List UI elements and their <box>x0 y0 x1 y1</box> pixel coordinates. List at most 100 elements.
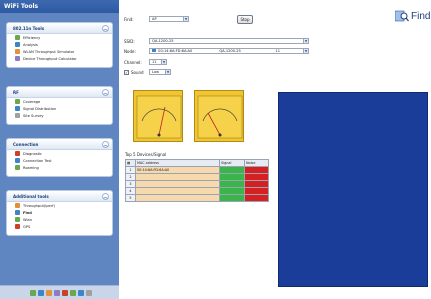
sidebar-item-label: Coverage <box>23 99 41 104</box>
sidebar-item-label: Diagnostic <box>23 151 42 156</box>
panel-header[interactable]: Additional tools ︿ <box>7 191 112 202</box>
row-index: 2 <box>125 173 136 181</box>
toolbar-analysis-icon[interactable] <box>38 289 44 296</box>
sidebar-item-coverage[interactable]: Coverage <box>7 98 112 105</box>
sidebar-item-throughput[interactable]: Throughput(iperf) <box>7 202 112 209</box>
meter-gauge-icon <box>136 95 182 139</box>
panel-header[interactable]: RF ︿ <box>7 87 112 98</box>
row-index: 3 <box>125 180 136 188</box>
sidebar-item-label: Efficiency <box>23 35 41 40</box>
connection-test-icon <box>15 158 20 163</box>
panel-header[interactable]: 802.11n Tools ︿ <box>7 23 112 34</box>
sound-checkbox[interactable]: ✓ <box>124 70 129 75</box>
table-row[interactable]: 5 <box>125 194 269 202</box>
analysis-icon <box>15 42 20 47</box>
meter-gauge-icon <box>197 95 243 139</box>
toolbar-efficiency-icon[interactable] <box>30 289 36 296</box>
chevron-down-icon[interactable]: ▼ <box>183 17 188 21</box>
chevron-up-icon[interactable]: ︿ <box>102 25 109 32</box>
channel-select-value: 11 <box>152 60 157 64</box>
find-label: Find: <box>124 17 134 22</box>
find-select-value: AP <box>152 17 157 21</box>
sidebar-header: WiFi Tools <box>0 0 119 13</box>
chevron-up-icon[interactable]: ︿ <box>102 141 109 148</box>
sidebar-item-label: Analysis <box>23 42 38 47</box>
table-header-noise[interactable]: Noise <box>244 159 269 167</box>
noise-cell <box>244 194 269 202</box>
simulator-icon <box>15 49 20 54</box>
node-select[interactable]: 00:14:6A:FD:6A:A0 QA-1200-25 11 ▼ <box>149 48 309 54</box>
signal-cell <box>219 180 245 188</box>
toolbar-diagnostic-icon[interactable] <box>62 289 68 296</box>
find-icon <box>15 210 20 215</box>
toolbar-calculator-icon[interactable] <box>54 289 60 296</box>
table-header-select[interactable]: ▦ <box>125 159 136 167</box>
coverage-icon <box>15 99 20 104</box>
calculator-icon <box>15 56 20 61</box>
sidebar-item-label: Signal Distribution <box>23 106 57 111</box>
channel-label: Channel: <box>124 60 142 65</box>
node-ssid: QA-1200-25 <box>219 49 241 53</box>
channel-select[interactable]: 11 ▼ <box>149 59 167 65</box>
ssid-select[interactable]: QA-1200-25 ▼ <box>149 38 309 44</box>
sidebar-item-label: Wlan <box>23 217 33 222</box>
chevron-up-icon[interactable]: ︿ <box>102 89 109 96</box>
chevron-up-icon[interactable]: ︿ <box>102 193 109 200</box>
sidebar-item-diagnostic[interactable]: Diagnostic <box>7 150 112 157</box>
signal-distribution-icon <box>15 106 20 111</box>
mac-cell <box>135 194 220 202</box>
table-row[interactable]: 4 <box>125 187 269 195</box>
sidebar-item-label: Device Throughput Calculator <box>23 56 77 61</box>
sidebar-item-label: Roaming <box>23 165 39 170</box>
signal-map-view[interactable] <box>278 92 428 287</box>
sidebar-item-label: Throughput(iperf) <box>23 203 55 208</box>
sidebar-item-efficiency[interactable]: Efficiency <box>7 34 112 41</box>
chevron-down-icon[interactable]: ▼ <box>161 60 166 64</box>
sidebar-item-analysis[interactable]: Analysis <box>7 41 112 48</box>
toolbar-find-icon[interactable] <box>78 289 84 296</box>
sidebar-item-connection-test[interactable]: Connection Test <box>7 157 112 164</box>
mac-cell: 00:14:6A:FD:6A:A0 <box>135 166 220 174</box>
sidebar-item-find[interactable]: Find <box>7 209 112 216</box>
toolbar-simulator-icon[interactable] <box>46 289 52 296</box>
sound-select[interactable]: Low ▼ <box>149 69 171 75</box>
roaming-icon <box>15 165 20 170</box>
table-header-row: ▦ MAC address Signal Noise <box>125 159 269 167</box>
sidebar-item-label: WLAN Throughput Simulator <box>23 49 75 54</box>
panel-connection: Connection ︿ Diagnostic Connection Test … <box>6 138 113 177</box>
sidebar-item-wlan-throughput-simulator[interactable]: WLAN Throughput Simulator <box>7 48 112 55</box>
sidebar-item-wlan[interactable]: Wlan <box>7 216 112 223</box>
sidebar-item-device-throughput-calculator[interactable]: Device Throughput Calculator <box>7 55 112 62</box>
panel-title: 802.11n Tools <box>13 26 45 31</box>
sidebar-item-site-survey[interactable]: Site Survey <box>7 112 112 119</box>
panel-additional-tools: Additional tools ︿ Throughput(iperf) Fin… <box>6 190 113 236</box>
table-header-mac[interactable]: MAC address <box>135 159 220 167</box>
toolbar-coverage-icon[interactable] <box>70 289 76 296</box>
devices-table: ▦ MAC address Signal Noise 1 00:14:6A:FD… <box>125 159 269 202</box>
panel-header[interactable]: Connection ︿ <box>7 139 112 150</box>
table-row[interactable]: 1 00:14:6A:FD:6A:A0 <box>125 166 269 174</box>
sidebar-item-gps[interactable]: GPS <box>7 223 112 230</box>
find-magnifier-icon <box>395 10 409 22</box>
table-row[interactable]: 3 <box>125 180 269 188</box>
chevron-down-icon[interactable]: ▼ <box>165 70 170 74</box>
row-index: 5 <box>125 194 136 202</box>
wlan-icon <box>15 217 20 222</box>
sidebar-item-label: Find <box>23 210 32 215</box>
sidebar-item-signal-distribution[interactable]: Signal Distribution <box>7 105 112 112</box>
stop-button[interactable]: Stop <box>237 15 253 24</box>
toolbar-more-icon[interactable] <box>86 289 92 296</box>
sidebar-item-roaming[interactable]: Roaming <box>7 164 112 171</box>
panel-rf: RF ︿ Coverage Signal Distribution Site S… <box>6 86 113 125</box>
table-row[interactable]: 2 <box>125 173 269 181</box>
signal-cell <box>219 166 245 174</box>
row-index: 4 <box>125 187 136 195</box>
throughput-icon <box>15 203 20 208</box>
node-ap-icon <box>152 49 156 52</box>
chevron-down-icon[interactable]: ▼ <box>303 49 308 53</box>
chevron-down-icon[interactable]: ▼ <box>303 39 308 43</box>
find-select[interactable]: AP ▼ <box>149 16 189 22</box>
table-grid-icon: ▦ <box>127 161 131 165</box>
page-title-text: Find <box>411 10 431 22</box>
table-header-signal[interactable]: Signal <box>219 159 245 167</box>
